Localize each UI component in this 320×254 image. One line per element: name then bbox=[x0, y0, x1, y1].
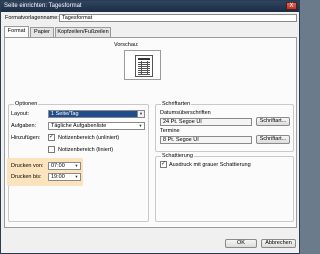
tasks-label: Aufgaben: bbox=[11, 123, 37, 129]
gray-shading-label: Ausdruck mit grauer Schattierung bbox=[169, 162, 251, 168]
appointments-font-button[interactable]: Schriftart... bbox=[256, 135, 290, 144]
notes-ruled-label: Notizenbereich (liniert) bbox=[58, 147, 114, 153]
print-to-select[interactable]: 19:00 ▼ bbox=[48, 173, 81, 181]
layout-label: Layout: bbox=[11, 111, 30, 117]
window-title: Seite einrichten: Tagesformat bbox=[4, 3, 82, 9]
preview-page-icon bbox=[135, 55, 153, 77]
options-group-title: Optionen bbox=[14, 101, 39, 107]
title-bar[interactable]: Seite einrichten: Tagesformat X bbox=[1, 1, 299, 12]
appointments-label: Termine bbox=[160, 128, 180, 134]
notes-ruled-checkbox[interactable] bbox=[48, 146, 55, 153]
close-button[interactable]: X bbox=[286, 2, 297, 10]
notes-unruled-label: Notizenbereich (unliniert) bbox=[58, 135, 120, 141]
ok-button[interactable]: OK bbox=[225, 239, 257, 248]
layout-select-value: 1 Seite/Tag bbox=[51, 111, 79, 117]
style-name-field[interactable]: Tagesformat bbox=[59, 14, 297, 22]
page-preview bbox=[124, 50, 161, 80]
format-tab-panel: Vorschau: Optionen Layout: 1 Seite/Tag ▼ bbox=[4, 37, 297, 228]
tasks-select-value: Tägliche Aufgabenliste bbox=[51, 123, 107, 129]
date-headings-font-button[interactable]: Schriftart... bbox=[256, 117, 290, 126]
chevron-down-icon[interactable]: ▼ bbox=[73, 174, 80, 180]
page-setup-dialog: Seite einrichten: Tagesformat X Formatvo… bbox=[0, 0, 300, 254]
print-from-label: Drucken von: bbox=[11, 163, 44, 169]
layout-select[interactable]: 1 Seite/Tag ▼ bbox=[48, 110, 145, 118]
chevron-down-icon[interactable]: ▼ bbox=[137, 123, 144, 129]
date-headings-font-field: 24 Pt. Segoe UI bbox=[160, 118, 252, 126]
cancel-button[interactable]: Abbrechen bbox=[261, 239, 296, 248]
chevron-down-icon[interactable]: ▼ bbox=[73, 163, 80, 169]
print-to-value: 19:00 bbox=[51, 174, 65, 180]
tab-papier[interactable]: Papier bbox=[30, 27, 54, 37]
appointments-font-field: 8 Pt. Segoe UI bbox=[160, 136, 252, 144]
shading-group-title: Schattierung bbox=[161, 153, 194, 159]
tab-header-footer[interactable]: Kopfzeilen/Fußzeilen bbox=[55, 27, 111, 37]
print-from-select[interactable]: 07:00 ▼ bbox=[48, 162, 81, 170]
date-headings-label: Datumsüberschriften bbox=[160, 110, 211, 116]
style-name-label: Formatvorlagenname: bbox=[5, 15, 59, 21]
gray-shading-checkbox[interactable]: ✓ bbox=[160, 161, 167, 168]
print-to-label: Drucken bis: bbox=[11, 174, 42, 180]
tab-format[interactable]: Format bbox=[4, 26, 29, 37]
notes-unruled-checkbox[interactable]: ✓ bbox=[48, 134, 55, 141]
tasks-select[interactable]: Tägliche Aufgabenliste ▼ bbox=[48, 122, 145, 130]
chevron-down-icon[interactable]: ▼ bbox=[137, 111, 144, 117]
print-from-value: 07:00 bbox=[51, 163, 65, 169]
include-label: Hinzufügen: bbox=[11, 135, 41, 141]
fonts-group-title: Schriftarten bbox=[161, 101, 192, 107]
preview-label: Vorschau: bbox=[114, 42, 139, 48]
